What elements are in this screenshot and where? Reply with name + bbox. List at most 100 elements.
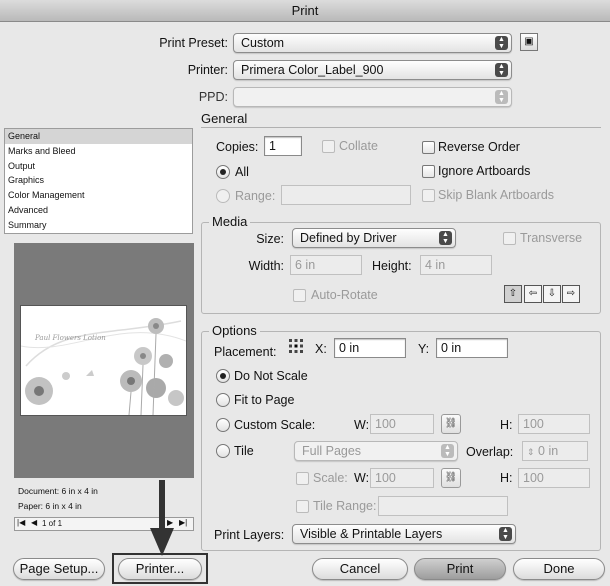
constrain-proportions-icon[interactable]: ⛓ xyxy=(441,414,461,434)
height-field[interactable]: 4 in xyxy=(420,255,492,275)
tile-range-label: Tile Range: xyxy=(313,499,377,513)
page-setup-button[interactable]: Page Setup... xyxy=(13,558,105,580)
category-item-output[interactable]: Output xyxy=(5,159,192,174)
placement-label: Placement: xyxy=(214,345,277,359)
y-field[interactable]: 0 in xyxy=(436,338,508,358)
do-not-scale-label: Do Not Scale xyxy=(234,369,308,383)
width-field[interactable]: 6 in xyxy=(290,255,362,275)
print-layers-label: Print Layers: xyxy=(214,528,285,542)
category-item-advanced[interactable]: Advanced xyxy=(5,203,192,218)
custom-scale-h-label: H: xyxy=(500,418,513,432)
ppd-select[interactable]: ▲ ▼ xyxy=(233,87,512,107)
last-page-icon[interactable]: ▶| xyxy=(179,518,187,527)
save-preset-icon[interactable]: ▣ xyxy=(520,33,538,51)
done-button[interactable]: Done xyxy=(513,558,605,580)
ignore-artboards-checkbox[interactable] xyxy=(422,165,435,178)
fit-to-page-radio[interactable] xyxy=(216,393,230,407)
category-item-general[interactable]: General xyxy=(5,129,192,144)
copies-label: Copies: xyxy=(216,140,259,154)
custom-scale-w-label: W: xyxy=(354,418,370,432)
window-title: Print xyxy=(0,0,610,22)
cancel-button[interactable]: Cancel xyxy=(312,558,408,580)
range-radio[interactable] xyxy=(216,189,230,203)
tile-scale-w-field[interactable]: 100 xyxy=(370,468,434,488)
prev-page-icon[interactable]: ◀ xyxy=(31,518,37,527)
flipped-landscape-icon[interactable]: ⇨ xyxy=(562,285,580,303)
printer-select[interactable]: Primera Color_Label_900 ▲ ▼ xyxy=(233,60,512,80)
stepper-icon: ▲ ▼ xyxy=(495,63,508,77)
size-value: Defined by Driver xyxy=(300,231,397,245)
size-select[interactable]: Defined by Driver ▲ ▼ xyxy=(292,228,456,248)
general-divider xyxy=(201,127,601,128)
size-label: Size: xyxy=(256,232,284,246)
auto-rotate-label: Auto-Rotate xyxy=(311,288,378,302)
tile-scale-h-field[interactable]: 100 xyxy=(518,468,590,488)
print-preset-value: Custom xyxy=(241,36,285,50)
print-preset-label: Print Preset: xyxy=(159,36,228,50)
tile-scale-checkbox[interactable] xyxy=(296,472,309,485)
overlap-label: Overlap: xyxy=(466,445,514,459)
portrait-orientation-icon[interactable]: ⇧ xyxy=(504,285,522,303)
flower-artwork-image xyxy=(20,318,187,416)
tile-mode-select[interactable]: Full Pages ▲ ▼ xyxy=(294,441,458,461)
range-field[interactable] xyxy=(281,185,411,205)
custom-scale-h-field[interactable]: 100 xyxy=(518,414,590,434)
tile-radio[interactable] xyxy=(216,444,230,458)
placement-grid-icon[interactable] xyxy=(288,338,304,354)
print-button[interactable]: Print xyxy=(414,558,506,580)
height-label: Height: xyxy=(372,259,412,273)
fit-to-page-label: Fit to Page xyxy=(234,393,295,407)
auto-rotate-checkbox[interactable] xyxy=(293,289,306,302)
custom-scale-w-field[interactable]: 100 xyxy=(370,414,434,434)
annotation-arrow-icon xyxy=(150,480,174,558)
print-preset-select[interactable]: Custom ▲ ▼ xyxy=(233,33,512,53)
document-size-text: Document: 6 in x 4 in xyxy=(18,486,98,496)
transverse-checkbox[interactable] xyxy=(503,232,516,245)
stepper-icon: ▲ ▼ xyxy=(499,527,512,541)
all-label: All xyxy=(235,165,249,179)
print-layers-value: Visible & Printable Layers xyxy=(300,527,443,541)
overlap-stepper-icon[interactable]: ⇕ xyxy=(527,447,535,457)
category-item-color-management[interactable]: Color Management xyxy=(5,188,192,203)
all-radio[interactable] xyxy=(216,165,230,179)
tile-scale-w-label: W: xyxy=(354,471,370,485)
ignore-artboards-label: Ignore Artboards xyxy=(438,164,531,178)
skip-blank-checkbox[interactable] xyxy=(422,189,435,202)
transverse-label: Transverse xyxy=(520,231,583,245)
range-label: Range: xyxy=(235,189,276,203)
tile-scale-label: Scale: xyxy=(313,471,348,485)
custom-scale-label: Custom Scale: xyxy=(234,418,316,432)
ppd-label: PPD: xyxy=(198,90,228,104)
reverse-order-label: Reverse Order xyxy=(438,140,520,154)
page-indicator: 1 of 1 xyxy=(42,519,63,528)
do-not-scale-radio[interactable] xyxy=(216,369,230,383)
overlap-value: 0 in xyxy=(538,444,559,458)
x-label: X: xyxy=(315,342,327,356)
flipped-portrait-icon[interactable]: ⇩ xyxy=(543,285,561,303)
category-item-summary[interactable]: Summary xyxy=(5,218,192,233)
tile-constrain-icon[interactable]: ⛓ xyxy=(441,468,461,488)
printer-button[interactable]: Printer... xyxy=(118,558,202,580)
stepper-icon: ▲ ▼ xyxy=(495,90,508,104)
reverse-order-checkbox[interactable] xyxy=(422,141,435,154)
media-heading: Media xyxy=(209,214,251,229)
collate-checkbox[interactable] xyxy=(322,140,335,153)
category-list[interactable]: General Marks and Bleed Output Graphics … xyxy=(4,128,193,234)
category-item-graphics[interactable]: Graphics xyxy=(5,173,192,188)
custom-scale-radio[interactable] xyxy=(216,418,230,432)
preview-page: Paul Flowers Lotion xyxy=(20,305,187,416)
category-item-marks-bleed[interactable]: Marks and Bleed xyxy=(5,144,192,159)
copies-field[interactable]: 1 xyxy=(264,136,302,156)
printer-label: Printer: xyxy=(187,63,228,77)
label-script-text: Paul Flowers Lotion xyxy=(35,334,106,342)
skip-blank-label: Skip Blank Artboards xyxy=(438,188,555,202)
landscape-orientation-icon[interactable]: ⇦ xyxy=(524,285,542,303)
x-field[interactable]: 0 in xyxy=(334,338,406,358)
overlap-field[interactable]: ⇕ 0 in xyxy=(522,441,588,461)
y-label: Y: xyxy=(418,342,430,356)
first-page-icon[interactable]: |◀ xyxy=(17,518,25,527)
print-layers-select[interactable]: Visible & Printable Layers ▲ ▼ xyxy=(292,524,516,544)
printer-value: Primera Color_Label_900 xyxy=(241,63,384,77)
tile-range-field[interactable] xyxy=(378,496,508,516)
tile-range-checkbox[interactable] xyxy=(296,500,309,513)
